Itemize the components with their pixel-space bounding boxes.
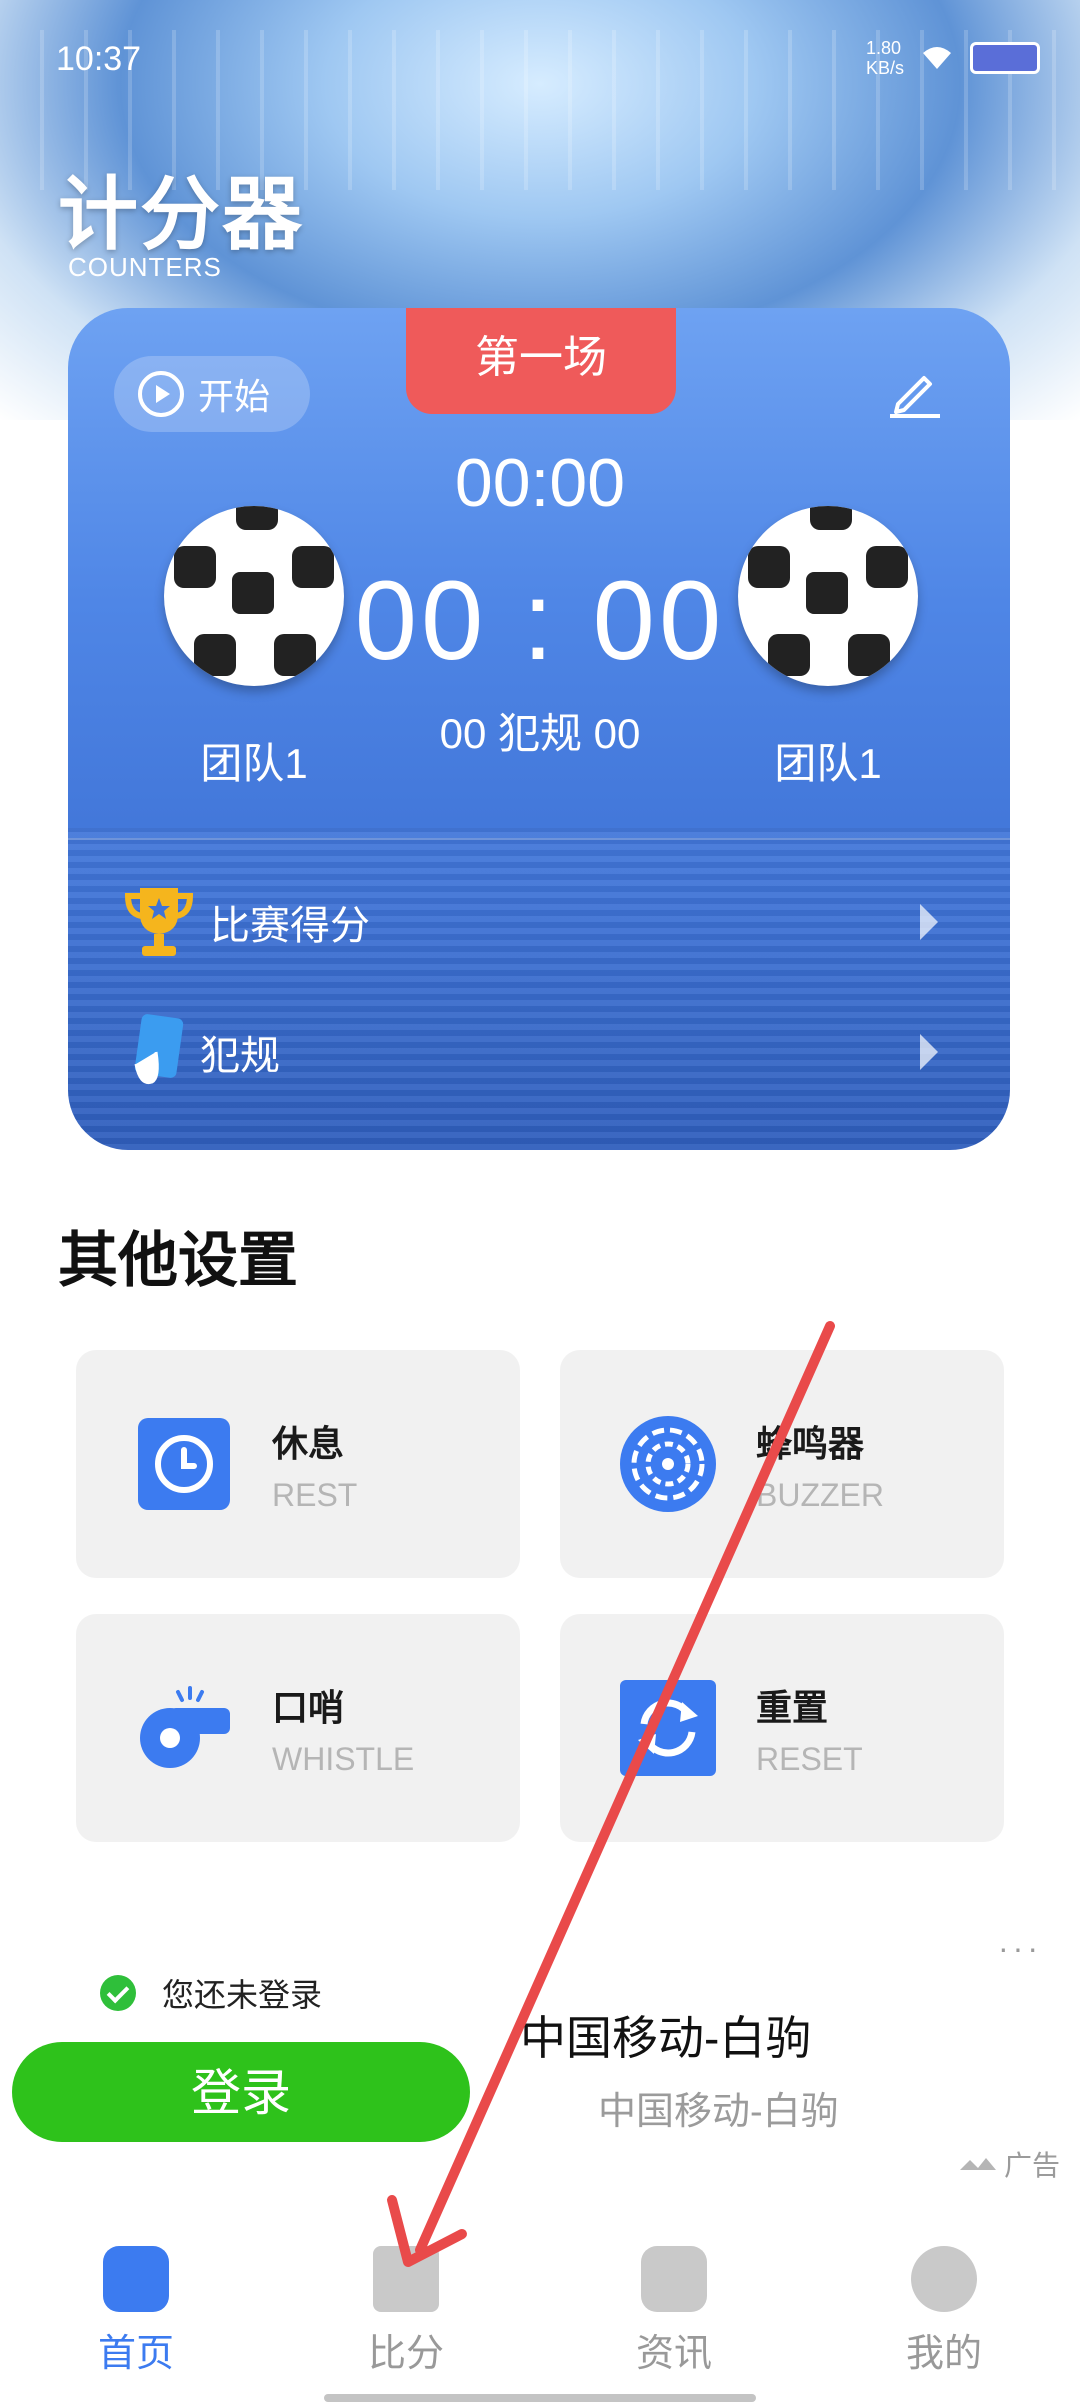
score-display[interactable]: 00 : 00 — [0, 556, 1080, 685]
card-divider — [68, 838, 1010, 840]
buzzer-tile[interactable]: 蜂鸣器 BUZZER — [560, 1350, 1004, 1578]
nav-mine[interactable]: 我的 — [844, 2246, 1044, 2377]
start-label: 开始 — [198, 376, 271, 417]
chevron-right-icon — [920, 1034, 938, 1070]
battery-icon — [970, 42, 1040, 74]
fouls-display: 00 犯规 00 — [439, 710, 641, 757]
whistle-tile[interactable]: 口哨 WHISTLE — [76, 1614, 520, 1842]
status-time: 10:37 — [56, 40, 142, 78]
nav-news[interactable]: 资讯 — [574, 2246, 774, 2377]
nav-score-label: 比分 — [367, 2333, 444, 2375]
team-left-ball-icon[interactable] — [164, 506, 344, 686]
reset-icon — [618, 1678, 718, 1778]
login-button[interactable]: 登录 — [12, 2042, 470, 2142]
home-indicator — [324, 2394, 756, 2402]
team-right-ball-icon[interactable] — [738, 506, 918, 686]
login-hint-text: 您还未登录 — [162, 1977, 323, 2013]
login-hint: 您还未登录 — [100, 1970, 322, 2016]
ad-subtitle[interactable]: 中国移动-白驹 — [598, 2080, 839, 2135]
scoreboard-icon — [373, 2246, 439, 2312]
wifi-icon — [923, 47, 951, 69]
row-match-score[interactable]: 比赛得分 — [68, 862, 1010, 982]
team-left-name[interactable]: 团队1 — [164, 730, 344, 791]
home-icon — [103, 2246, 169, 2312]
app-title: 计分器 — [58, 170, 304, 259]
edit-icon[interactable] — [884, 360, 944, 420]
row-fouls[interactable]: 犯规 — [68, 992, 1010, 1112]
rest-tile[interactable]: 休息 REST — [76, 1350, 520, 1578]
whistle-sublabel: WHISTLE — [272, 1740, 415, 1777]
buzzer-icon — [618, 1414, 718, 1514]
trophy-icon — [122, 882, 196, 962]
nav-score[interactable]: 比分 — [306, 2246, 506, 2377]
ad-label-text: 广告 — [1004, 2150, 1061, 2181]
clock-icon — [134, 1414, 234, 1514]
news-icon — [641, 2246, 707, 2312]
app-subtitle: COUNTERS — [68, 252, 222, 282]
ad-title[interactable]: 中国移动-白驹 — [520, 2002, 811, 2068]
net-speed: 1.80 KB/s — [865, 38, 904, 78]
nav-news-label: 资讯 — [635, 2333, 712, 2375]
nav-mine-label: 我的 — [905, 2333, 982, 2375]
match-timer[interactable]: 00:00 — [0, 444, 1080, 522]
bottom-nav: 首页 比分 资讯 我的 — [0, 2220, 1080, 2408]
status-icons: 1.80 KB/s — [866, 38, 1040, 78]
buzzer-sublabel: BUZZER — [756, 1476, 884, 1513]
row-fouls-label: 犯规 — [200, 1034, 280, 1078]
nav-home-label: 首页 — [97, 2333, 174, 2375]
start-button[interactable]: 开始 — [114, 356, 310, 432]
whistle-label: 口哨 — [272, 1686, 345, 1728]
buzzer-label: 蜂鸣器 — [756, 1422, 865, 1464]
reset-sublabel: RESET — [756, 1740, 863, 1777]
whistle-icon — [134, 1678, 234, 1778]
ad-more-button[interactable]: ··· — [998, 1930, 1042, 1967]
nav-home[interactable]: 首页 — [36, 2246, 236, 2377]
reset-label: 重置 — [756, 1686, 829, 1728]
rest-label: 休息 — [272, 1422, 345, 1464]
chevron-right-icon — [920, 904, 938, 940]
ad-logo-icon — [960, 2158, 996, 2170]
match-tag[interactable]: 第一场 — [406, 308, 676, 414]
section-title: 其他设置 — [58, 1227, 298, 1294]
foul-icon — [126, 1012, 186, 1092]
row-match-score-label: 比赛得分 — [210, 904, 370, 948]
team-right-name[interactable]: 团队1 — [738, 730, 918, 791]
ad-label: 广告 — [960, 2144, 1060, 2184]
rest-sublabel: REST — [272, 1476, 358, 1513]
profile-icon — [911, 2246, 977, 2312]
check-icon — [100, 1975, 136, 2011]
play-icon — [138, 371, 184, 417]
reset-tile[interactable]: 重置 RESET — [560, 1614, 1004, 1842]
